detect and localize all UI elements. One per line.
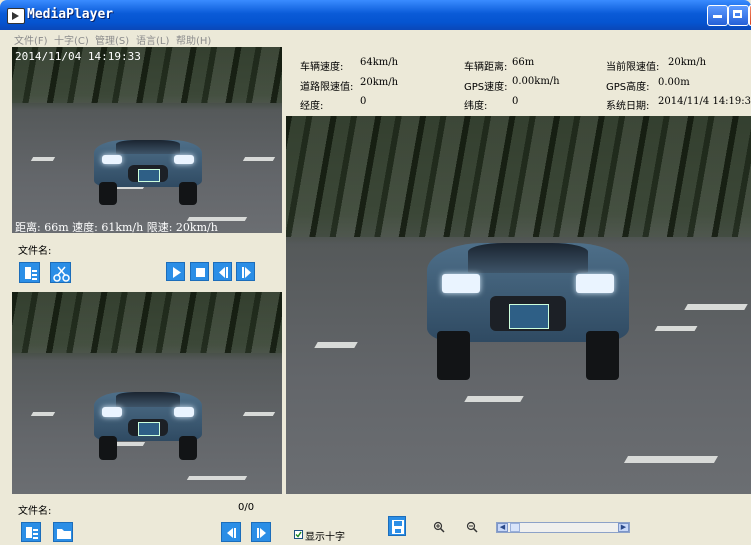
info-panel: 车辆速度: 64km/h 车辆距离: 66m 当前限速值: 20km/h 道路限… (286, 46, 751, 116)
play-icon (173, 267, 181, 278)
scroll-left-arrow-icon[interactable]: ◀ (497, 523, 508, 532)
step-forward-icon (257, 528, 266, 538)
open-folder-button[interactable] (53, 522, 73, 542)
play-button[interactable] (166, 262, 185, 281)
filename-label-top: 文件名: (18, 246, 52, 257)
menu-crosshair[interactable]: 十字(C) (54, 32, 89, 47)
scissors-icon (53, 266, 70, 282)
stop-button[interactable] (190, 262, 209, 281)
video-frame (12, 47, 282, 233)
menu-language[interactable]: 语言(L) (136, 32, 169, 47)
app-icon (7, 8, 25, 24)
vehicle-distance-label: 车辆距离: (464, 62, 508, 73)
step-back-icon (219, 267, 228, 278)
system-date-value: 2014/11/4 14:19:3 (658, 96, 751, 107)
main-video-frame (286, 116, 751, 494)
vehicle-speed-label: 车辆速度: (300, 62, 344, 73)
prev-frame-button[interactable] (213, 262, 232, 281)
top-left-video[interactable]: 2014/11/04 14:19:33 距离: 66m 速度: 61km/h 限… (12, 47, 282, 233)
filename-label-bottom: 文件名: (18, 506, 52, 517)
checkmark-icon (295, 531, 302, 538)
show-crosshair-label: 显示十字 (305, 532, 345, 543)
maximize-button[interactable] (728, 5, 749, 26)
file-list-icon (26, 527, 38, 539)
latitude-label: 纬度: (464, 101, 488, 112)
road-limit-label: 道路限速值: (300, 82, 354, 93)
longitude-label: 经度: (300, 101, 324, 112)
gps-speed-value: 0.00km/h (512, 76, 560, 87)
load-list-button[interactable] (21, 522, 41, 542)
video-frame-2 (12, 292, 282, 494)
save-button[interactable] (388, 516, 406, 536)
gps-altitude-label: GPS高度: (606, 82, 650, 93)
menu-bar: 文件(F) 十字(C) 管理(S) 语言(L) 帮助(H) (0, 30, 751, 47)
window-title: MediaPlayer (27, 7, 114, 22)
cut-button[interactable] (50, 262, 71, 283)
next-frame-button-2[interactable] (251, 522, 271, 542)
next-frame-button[interactable] (236, 262, 255, 281)
menu-manage[interactable]: 管理(S) (95, 32, 129, 47)
prev-frame-button-2[interactable] (221, 522, 241, 542)
system-date-label: 系统日期: (606, 101, 650, 112)
bottom-left-video[interactable] (12, 292, 282, 494)
longitude-value: 0 (360, 96, 367, 107)
zoom-scrollbar[interactable]: ◀ ▶ (496, 522, 630, 533)
title-bar[interactable]: MediaPlayer (0, 0, 751, 30)
latitude-value: 0 (512, 96, 519, 107)
show-crosshair-checkbox[interactable] (294, 530, 303, 539)
scroll-thumb[interactable] (510, 523, 520, 532)
menu-help[interactable]: 帮助(H) (176, 32, 211, 47)
vehicle-distance-value: 66m (512, 57, 535, 68)
zoom-out-icon[interactable] (466, 521, 478, 536)
folder-icon (57, 529, 71, 539)
current-limit-value: 20km/h (668, 57, 707, 68)
step-back-icon (227, 528, 236, 538)
minimize-button[interactable] (707, 5, 728, 26)
car-image-2 (84, 366, 212, 460)
scroll-right-arrow-icon[interactable]: ▶ (618, 523, 629, 532)
gps-altitude-value: 0.00m (658, 77, 690, 88)
gps-speed-label: GPS速度: (464, 82, 508, 93)
vehicle-speed-value: 64km/h (360, 57, 399, 68)
file-list-icon (25, 267, 37, 280)
stop-icon (196, 268, 205, 277)
car-image (84, 115, 212, 205)
current-limit-label: 当前限速值: (606, 62, 660, 73)
zoom-in-icon[interactable] (433, 521, 445, 536)
open-file-button[interactable] (19, 262, 40, 283)
main-car-image (408, 190, 648, 380)
step-forward-icon (242, 267, 251, 278)
main-video[interactable] (286, 116, 751, 494)
save-icon (392, 520, 404, 534)
video-timestamp: 2014/11/04 14:19:33 (15, 50, 141, 63)
frame-counter: 0/0 (238, 502, 255, 513)
menu-file[interactable]: 文件(F) (14, 32, 48, 47)
road-limit-value: 20km/h (360, 77, 399, 88)
video-overlay-info: 距离: 66m 速度: 61km/h 限速: 20km/h (15, 221, 218, 233)
